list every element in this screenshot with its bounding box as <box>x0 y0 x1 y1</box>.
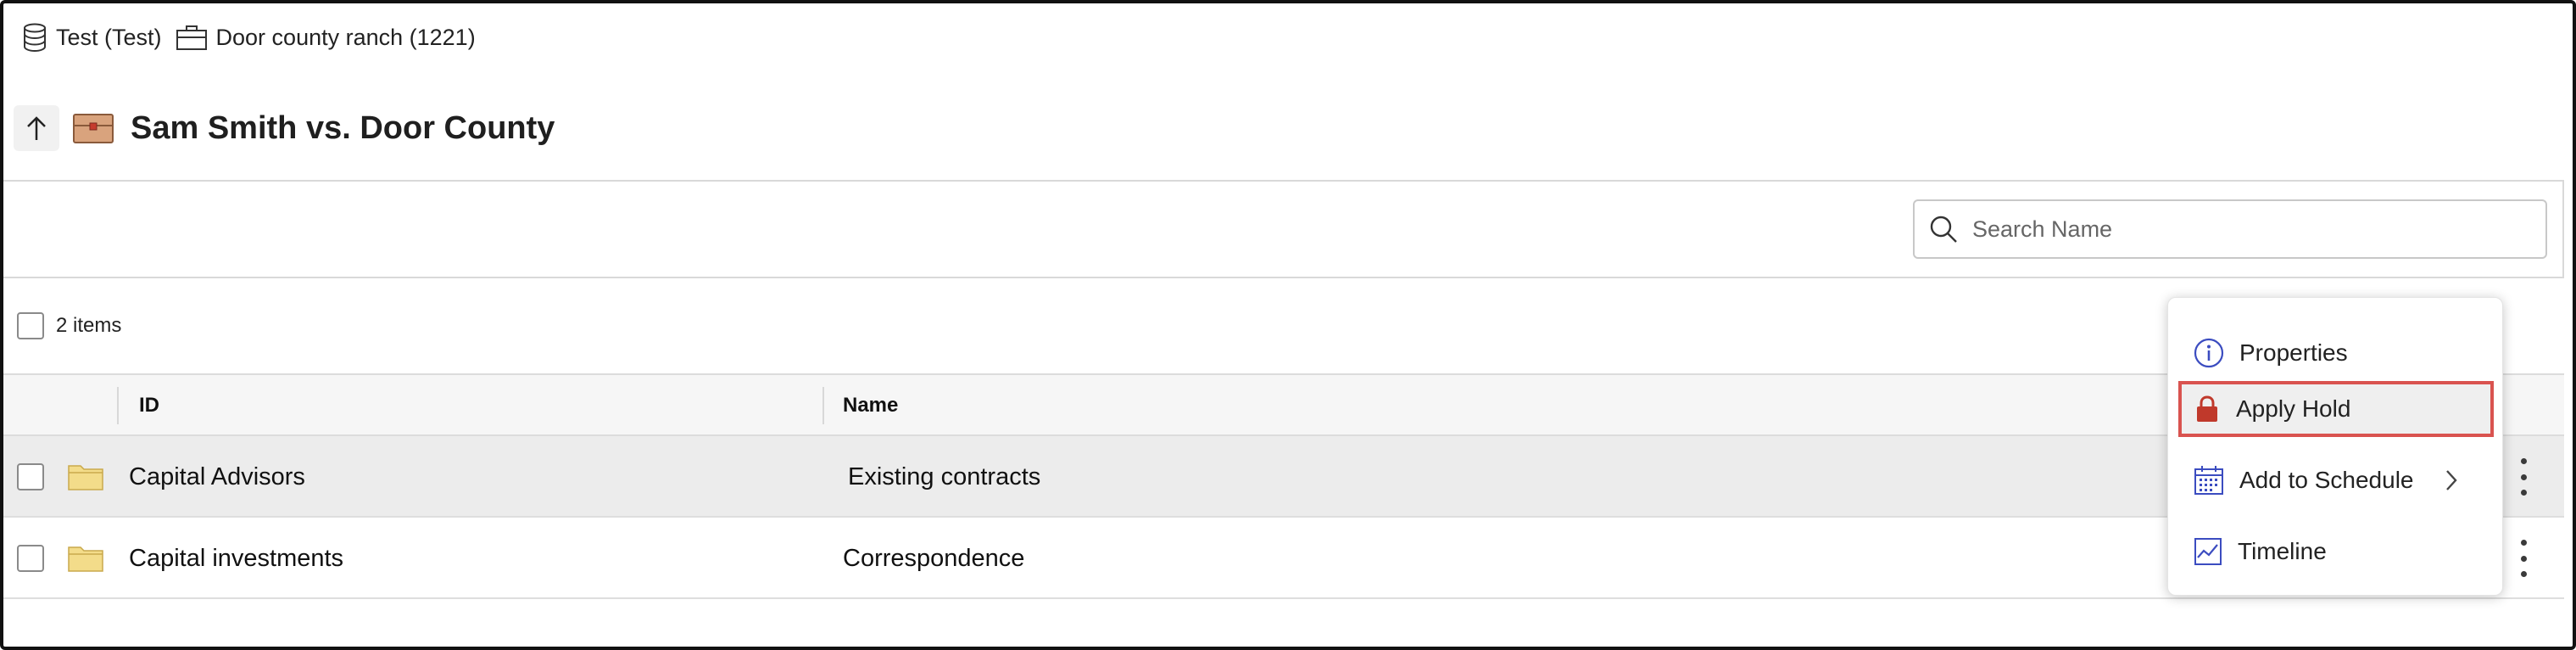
row-actions-menu-button[interactable] <box>2515 540 2532 577</box>
menu-item-label: Apply Hold <box>2236 395 2351 422</box>
menu-item-label: Timeline <box>2238 538 2327 564</box>
database-icon <box>24 23 46 52</box>
folder-icon <box>68 465 103 490</box>
column-divider <box>117 387 119 424</box>
breadcrumb-label: Test (Test) <box>56 24 162 50</box>
selection-bar: 2 items <box>17 311 121 341</box>
breadcrumb: Test (Test) Door county ranch (1221) <box>22 19 489 56</box>
cell-id[interactable]: Capital investments <box>129 518 343 599</box>
navigate-up-button[interactable] <box>14 105 59 151</box>
menu-item-timeline[interactable]: Timeline <box>2178 524 2494 580</box>
column-divider[interactable] <box>822 387 824 424</box>
case-folder-icon <box>73 114 114 143</box>
column-header-name[interactable]: Name <box>843 375 898 436</box>
row-checkbox[interactable] <box>17 463 44 490</box>
chart-line-icon <box>2194 538 2222 565</box>
cell-name: Correspondence <box>843 544 1025 572</box>
search-input[interactable] <box>1972 216 2515 243</box>
breadcrumb-item-matter[interactable]: Door county ranch (1221) <box>176 24 476 51</box>
menu-item-apply-hold[interactable]: Apply Hold <box>2178 381 2494 437</box>
cell-name: Existing contracts <box>848 462 1041 490</box>
context-menu: Properties Apply Hold Add to Schedule Ti… <box>2167 297 2503 596</box>
breadcrumb-label: Door county ranch (1221) <box>215 24 476 50</box>
row-actions-menu-button[interactable] <box>2515 458 2532 496</box>
lock-icon <box>2197 395 2217 422</box>
search-icon <box>1930 216 1957 243</box>
info-icon <box>2194 338 2224 368</box>
page-title: Sam Smith vs. Door County <box>131 109 555 146</box>
arrow-up-icon <box>27 116 46 140</box>
calendar-icon <box>2194 466 2223 495</box>
menu-item-label: Properties <box>2239 339 2348 366</box>
row-checkbox[interactable] <box>17 545 44 572</box>
search-box[interactable] <box>1913 199 2547 259</box>
menu-item-properties[interactable]: Properties <box>2178 325 2494 381</box>
briefcase-icon <box>176 25 207 50</box>
page-header: Sam Smith vs. Door County <box>14 104 555 153</box>
toolbar <box>3 180 2564 278</box>
menu-item-add-to-schedule[interactable]: Add to Schedule <box>2178 452 2494 508</box>
item-count: 2 items <box>56 314 122 337</box>
cell-id[interactable]: Capital Advisors <box>129 436 305 518</box>
select-all-checkbox[interactable] <box>17 312 44 339</box>
breadcrumb-item-test[interactable]: Test (Test) <box>22 23 162 52</box>
menu-item-label: Add to Schedule <box>2239 467 2414 493</box>
folder-icon <box>68 546 103 572</box>
chevron-right-icon <box>2446 470 2457 490</box>
column-header-id[interactable]: ID <box>139 375 159 436</box>
